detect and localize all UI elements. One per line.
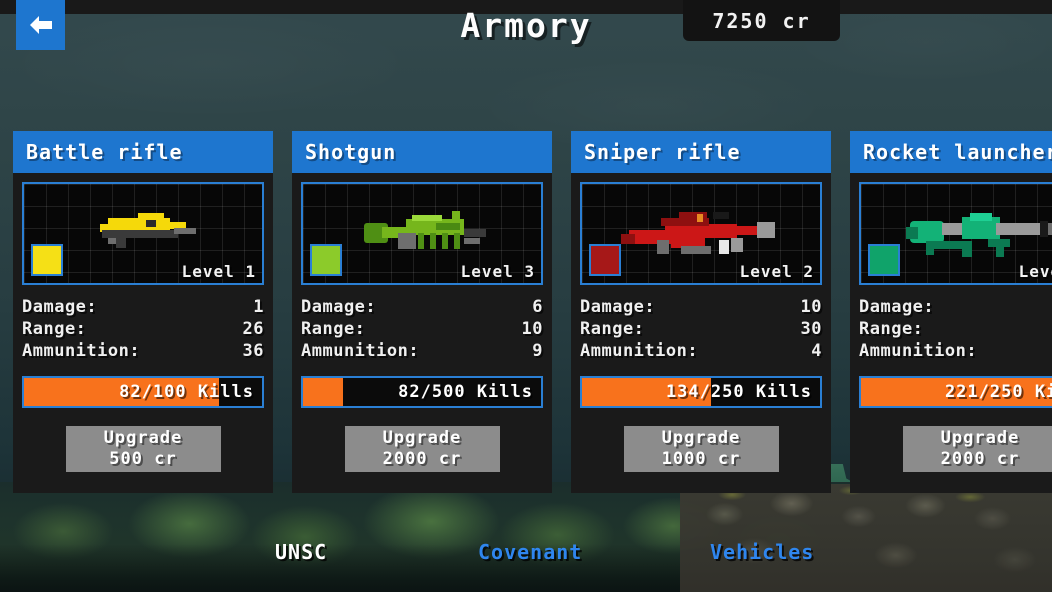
upgrade-label: Upgrade [382, 428, 462, 448]
stat-value: 6 [532, 297, 543, 317]
weapon-stats: Damage: 6 Range: 10 Ammunition: 9 [301, 296, 543, 362]
weapon-card-body: Level 1 Damage: Range: Ammunition: 221/2… [850, 173, 1052, 493]
weapon-sprite-icon [900, 207, 1052, 261]
weapon-name: Sniper rifle [584, 140, 741, 164]
page-title: Armory [460, 6, 592, 45]
weapon-level: Level 1 [181, 262, 256, 281]
stat-row: Ammunition: [859, 340, 1052, 362]
nav-tab-vehicles[interactable]: Vehicles [710, 540, 814, 564]
bottom-navigation: UNSC Covenant Vehicles [0, 540, 1052, 574]
weapon-name: Shotgun [305, 140, 397, 164]
weapon-color-swatch[interactable] [31, 244, 63, 276]
kills-progress-bar: 82/500 Kills [301, 376, 543, 408]
kills-progress-label: 134/250 Kills [665, 382, 812, 402]
weapon-card-header: Shotgun [292, 131, 552, 173]
weapon-sprite-icon [621, 206, 781, 262]
kills-progress-label: 221/250 Kills [944, 382, 1052, 402]
upgrade-button[interactable]: Upgrade 500 cr [65, 426, 221, 472]
stat-value: 30 [800, 319, 822, 339]
stat-label: Damage: [301, 297, 377, 317]
kills-progress-bar: 134/250 Kills [580, 376, 822, 408]
weapon-card: Shotgun Level 3 Damage: 6 Range: 10 Ammu… [292, 131, 552, 493]
weapon-stats: Damage: Range: Ammunition: [859, 296, 1052, 362]
credits-amount: 7250 cr [712, 8, 811, 33]
stat-row: Damage: 10 [580, 296, 822, 318]
weapon-card-header: Battle rifle [13, 131, 273, 173]
stat-row: Damage: [859, 296, 1052, 318]
weapon-card: Rocket launcher Level 1 Damage: [850, 131, 1052, 493]
upgrade-label: Upgrade [940, 428, 1020, 448]
upgrade-cost: 500 cr [109, 449, 177, 469]
weapon-level: Level 2 [739, 262, 814, 281]
stat-value: 4 [811, 341, 822, 361]
stat-label: Ammunition: [22, 341, 141, 361]
stat-value: 36 [242, 341, 264, 361]
weapon-card: Sniper rifle Level 2 Damage: 10 Range: 3… [571, 131, 831, 493]
weapon-preview: Level 3 [301, 182, 543, 285]
upgrade-cost: 1000 cr [661, 449, 741, 469]
stat-label: Range: [859, 319, 924, 339]
weapon-card-body: Level 2 Damage: 10 Range: 30 Ammunition:… [571, 173, 831, 493]
stat-label: Range: [22, 319, 87, 339]
weapon-sprite-icon [78, 208, 208, 260]
weapon-card-list: Battle rifle Level 1 Damage: 1 Range: 26… [13, 131, 1052, 493]
stat-label: Damage: [580, 297, 656, 317]
weapon-card-header: Sniper rifle [571, 131, 831, 173]
weapon-color-swatch[interactable] [589, 244, 621, 276]
stat-label: Damage: [859, 297, 935, 317]
upgrade-label: Upgrade [103, 428, 183, 448]
stat-row: Range: 10 [301, 318, 543, 340]
weapon-sprite-icon [352, 207, 492, 261]
stat-row: Range: 26 [22, 318, 264, 340]
weapon-level: Level 3 [460, 262, 535, 281]
upgrade-cost: 2000 cr [382, 449, 462, 469]
nav-tab-unsc[interactable]: UNSC [275, 540, 327, 564]
stat-value: 9 [532, 341, 543, 361]
stat-label: Damage: [22, 297, 98, 317]
weapon-preview: Level 1 [22, 182, 264, 285]
nav-tab-covenant[interactable]: Covenant [478, 540, 582, 564]
weapon-preview: Level 2 [580, 182, 822, 285]
stat-label: Ammunition: [301, 341, 420, 361]
stat-value: 26 [242, 319, 264, 339]
stat-row: Damage: 6 [301, 296, 543, 318]
stat-label: Ammunition: [580, 341, 699, 361]
stat-value: 10 [800, 297, 822, 317]
weapon-name: Rocket launcher [863, 140, 1052, 164]
stat-label: Ammunition: [859, 341, 978, 361]
upgrade-label: Upgrade [661, 428, 741, 448]
kills-progress-label: 82/500 Kills [398, 382, 533, 402]
stat-label: Range: [301, 319, 366, 339]
kills-progress-bar: 221/250 Kills [859, 376, 1052, 408]
stat-value: 1 [253, 297, 264, 317]
weapon-card-header: Rocket launcher [850, 131, 1052, 173]
upgrade-cost: 2000 cr [940, 449, 1020, 469]
kills-progress-bar: 82/100 Kills [22, 376, 264, 408]
header-bar: Armory 7250 cr [0, 0, 1052, 56]
weapon-preview: Level 1 [859, 182, 1052, 285]
weapon-card-body: Level 3 Damage: 6 Range: 10 Ammunition: … [292, 173, 552, 493]
stat-value: 10 [521, 319, 543, 339]
stat-row: Damage: 1 [22, 296, 264, 318]
weapon-stats: Damage: 1 Range: 26 Ammunition: 36 [22, 296, 264, 362]
stat-row: Range: 30 [580, 318, 822, 340]
stat-row: Ammunition: 36 [22, 340, 264, 362]
weapon-stats: Damage: 10 Range: 30 Ammunition: 4 [580, 296, 822, 362]
weapon-card-body: Level 1 Damage: 1 Range: 26 Ammunition: … [13, 173, 273, 493]
stat-row: Range: [859, 318, 1052, 340]
upgrade-button[interactable]: Upgrade 2000 cr [344, 426, 500, 472]
upgrade-button[interactable]: Upgrade 2000 cr [902, 426, 1052, 472]
weapon-color-swatch[interactable] [868, 244, 900, 276]
upgrade-button[interactable]: Upgrade 1000 cr [623, 426, 779, 472]
stat-row: Ammunition: 4 [580, 340, 822, 362]
weapon-color-swatch[interactable] [310, 244, 342, 276]
weapon-card: Battle rifle Level 1 Damage: 1 Range: 26… [13, 131, 273, 493]
credits-display: 7250 cr [683, 0, 840, 41]
weapon-name: Battle rifle [26, 140, 183, 164]
stat-label: Range: [580, 319, 645, 339]
stat-row: Ammunition: 9 [301, 340, 543, 362]
kills-progress-label: 82/100 Kills [119, 382, 254, 402]
weapon-level: Level 1 [1018, 262, 1052, 281]
rock-moss [680, 484, 1052, 592]
